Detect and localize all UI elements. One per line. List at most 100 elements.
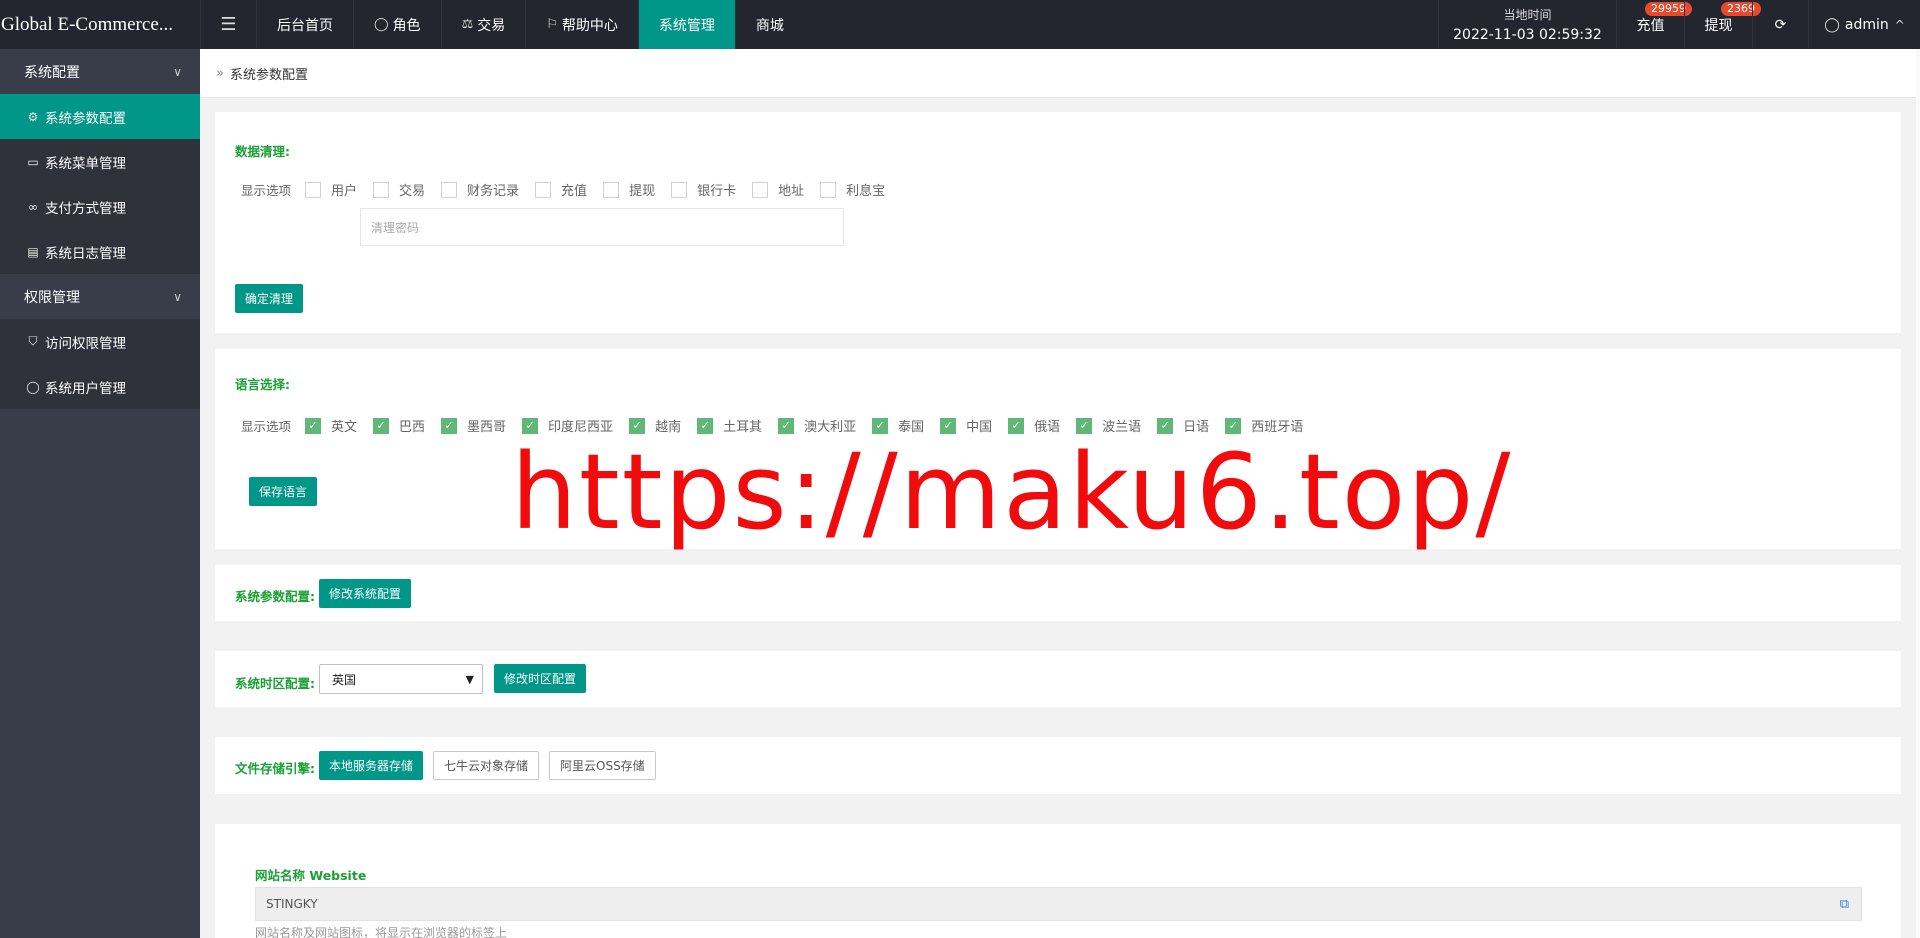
checkbox-label: 银行卡: [697, 184, 737, 199]
lang-checkbox-english[interactable]: ✓ 英文: [305, 416, 357, 435]
admin-menu[interactable]: ◯ admin ^: [1808, 0, 1920, 49]
recharge-link[interactable]: 充值 29959: [1616, 0, 1692, 49]
window-icon: ▭: [27, 154, 39, 169]
checkbox-label: 地址: [778, 184, 805, 199]
sidebar-item-label: 支付方式管理: [45, 200, 126, 217]
clean-password-input[interactable]: 清理密码: [360, 208, 844, 246]
nav-system-label: 系统管理: [658, 17, 715, 34]
checkbox-label: 墨西哥: [467, 420, 507, 435]
refresh-icon: ⟳: [1774, 16, 1787, 33]
sidebar-group-label: 系统配置: [24, 64, 80, 81]
checkbox-label: 利息宝: [846, 184, 886, 199]
nav-mall-label: 商城: [755, 17, 784, 34]
website-name-label: 网站名称 Website: [255, 868, 367, 883]
timezone-title: 系统时区配置:: [235, 676, 315, 691]
sidebar: 系统配置 ∨ ⚙ 系统参数配置 ▭ 系统菜单管理 ∞ 支付方式管理 ▤ 系统日志…: [0, 49, 200, 938]
modify-timezone-button[interactable]: 修改时区配置: [494, 664, 587, 693]
storage-card: 文件存储引擎: 本地服务器存储 七牛云对象存储 阿里云OSS存储: [215, 737, 1901, 794]
confirm-clean-button[interactable]: 确定清理: [235, 284, 304, 313]
sidebar-item-user-manage[interactable]: ◯ 系统用户管理: [0, 364, 200, 409]
data-clean-options: 显示选项 用户 交易 财务记录 充值 提现 银行卡 地址 利息宝: [215, 180, 901, 199]
sidebar-group-label: 权限管理: [24, 289, 80, 306]
copy-icon[interactable]: ⧉: [1840, 897, 1849, 912]
checkbox-box: [441, 181, 458, 198]
nav-system[interactable]: 系统管理: [637, 0, 735, 49]
checkbox-trade[interactable]: 交易: [373, 180, 425, 199]
main-content: » 系统参数配置 数据清理: 显示选项 用户 交易 财务记录 充值 提现 银行卡…: [200, 49, 1920, 938]
sidebar-item-menu-manage[interactable]: ▭ 系统菜单管理: [0, 139, 200, 184]
sidebar-item-access-manage[interactable]: ⛉ 访问权限管理: [0, 319, 200, 364]
sidebar-item-payment-manage[interactable]: ∞ 支付方式管理: [0, 184, 200, 229]
chevron-up-icon: ^: [1894, 17, 1905, 32]
shield-icon: ⛉: [28, 334, 38, 348]
checkbox-bankcard[interactable]: 银行卡: [671, 180, 736, 199]
double-chevron-right-icon: »: [216, 65, 224, 81]
modify-system-config-button[interactable]: 修改系统配置: [319, 579, 412, 608]
checkbox-label: 英文: [331, 420, 358, 435]
checkbox-label: 提现: [629, 184, 656, 199]
timezone-select[interactable]: 英国 ▼: [319, 664, 483, 694]
sidebar-item-label: 访问权限管理: [45, 335, 126, 352]
checkbox-finance[interactable]: 财务记录: [441, 180, 519, 199]
checkbox-label: 充值: [561, 184, 588, 199]
website-name-tip: 网站名称及网站图标，将显示在浏览器的标签上: [255, 926, 508, 938]
local-time-value: 2022-11-03 02:59:32: [1453, 26, 1602, 43]
storage-title: 文件存储引擎:: [235, 761, 315, 776]
sidebar-group-permission[interactable]: 权限管理 ∨: [0, 274, 200, 319]
checkbox-box: [603, 181, 620, 198]
save-language-button[interactable]: 保存语言: [249, 477, 318, 506]
admin-label: admin: [1844, 16, 1889, 33]
nav-mall[interactable]: 商城: [734, 0, 804, 49]
nav-home[interactable]: 后台首页: [256, 0, 353, 49]
refresh-button[interactable]: ⟳: [1752, 0, 1808, 49]
sidebar-group-system-config[interactable]: 系统配置 ∨: [0, 49, 200, 94]
language-title: 语言选择:: [235, 377, 290, 392]
nav-trade-label: 交易: [477, 17, 506, 34]
top-header: Global E-Commerce... ☰ 后台首页 ◯ 角色 ⚖ 交易 ⚐ 帮助中…: [0, 0, 1920, 49]
menu-toggle-button[interactable]: ☰: [200, 0, 256, 49]
nav-help[interactable]: ⚐ 帮助中心: [525, 0, 638, 49]
checkbox-interest[interactable]: 利息宝: [820, 180, 885, 199]
nav-roles-label: 角色: [392, 17, 421, 34]
nav-home-label: 后台首页: [277, 17, 333, 34]
watermark-text: https://maku6.top/: [511, 431, 1513, 553]
check-icon: ✓: [305, 417, 321, 434]
sidebar-item-system-params[interactable]: ⚙ 系统参数配置: [0, 94, 200, 139]
scrollbar[interactable]: [1916, 49, 1920, 938]
app-brand[interactable]: Global E-Commerce...: [0, 0, 200, 49]
withdraw-link[interactable]: 提现 2369: [1684, 0, 1761, 49]
checkbox-address[interactable]: 地址: [752, 180, 804, 199]
check-icon: ✓: [441, 417, 458, 434]
nav-roles[interactable]: ◯ 角色: [353, 0, 441, 49]
data-clean-card: 数据清理: 显示选项 用户 交易 财务记录 充值 提现 银行卡 地址 利息宝 清…: [215, 112, 1901, 333]
clean-password-placeholder: 清理密码: [371, 220, 420, 235]
storage-qiniu-button[interactable]: 七牛云对象存储: [433, 751, 540, 780]
breadcrumb: » 系统参数配置: [200, 49, 1916, 98]
chevron-down-icon: ▼: [465, 672, 474, 686]
checkbox-withdraw[interactable]: 提现: [603, 180, 655, 199]
checkbox-label: 用户: [331, 184, 358, 199]
lang-checkbox-mexico[interactable]: ✓ 墨西哥: [441, 416, 506, 435]
checkbox-label: 巴西: [399, 420, 426, 435]
sidebar-item-log-manage[interactable]: ▤ 系统日志管理: [0, 229, 200, 274]
sidebar-item-label: 系统参数配置: [45, 110, 126, 127]
checkbox-box: [305, 181, 321, 198]
gear-icon: ⚙: [27, 109, 39, 124]
user-icon: ◯: [374, 17, 389, 32]
system-params-card: 系统参数配置: 修改系统配置: [215, 565, 1901, 621]
storage-local-button[interactable]: 本地服务器存储: [319, 751, 424, 780]
storage-aliyun-button[interactable]: 阿里云OSS存储: [549, 751, 656, 780]
website-name-input[interactable]: STINGKY ⧉: [255, 887, 1862, 921]
data-clean-title: 数据清理:: [235, 144, 290, 159]
checkbox-recharge[interactable]: 充值: [535, 180, 587, 199]
local-time: 当地时间 2022-11-03 02:59:32: [1438, 0, 1616, 49]
checkbox-user[interactable]: 用户: [305, 180, 357, 199]
user-icon: ◯: [26, 379, 40, 394]
withdraw-label: 提现: [1704, 17, 1733, 34]
recharge-label: 充值: [1636, 17, 1665, 34]
timezone-selected: 英国: [332, 672, 357, 687]
nav-trade[interactable]: ⚖ 交易: [440, 0, 526, 49]
sidebar-item-label: 系统菜单管理: [45, 155, 126, 172]
checkbox-box: [752, 181, 769, 198]
lang-checkbox-brazil[interactable]: ✓ 巴西: [373, 416, 425, 435]
